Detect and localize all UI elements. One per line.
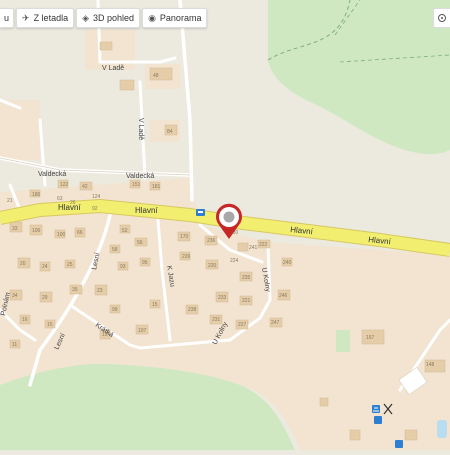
svg-text:11: 11 [12, 342, 17, 348]
info-icon [395, 440, 403, 448]
svg-text:20: 20 [20, 261, 26, 267]
svg-text:52: 52 [122, 228, 128, 234]
cube-icon: ◈ [82, 12, 90, 23]
svg-text:151: 151 [132, 182, 141, 188]
svg-text:240: 240 [283, 260, 292, 266]
svg-text:221: 221 [242, 298, 251, 304]
svg-text:34: 34 [12, 293, 18, 299]
3d-view-label: 3D pohled [93, 13, 135, 23]
street-label-valdecka-1: Valdecká [38, 171, 66, 178]
svg-text:26: 26 [70, 200, 76, 206]
field [336, 330, 350, 352]
svg-text:246: 246 [279, 293, 288, 299]
lodging-icon [372, 405, 380, 413]
svg-text:236: 236 [207, 238, 216, 244]
svg-text:235: 235 [242, 275, 251, 281]
svg-text:66: 66 [77, 230, 83, 236]
svg-text:35: 35 [72, 287, 78, 293]
street-label-hlavni-2: Hlavní [135, 206, 158, 215]
pond [437, 420, 447, 438]
svg-text:29: 29 [42, 295, 48, 301]
svg-text:106: 106 [32, 228, 41, 234]
svg-text:25: 25 [67, 262, 73, 268]
street-label-v-lade: V Ladě [102, 65, 124, 72]
svg-text:16: 16 [22, 317, 28, 323]
svg-text:238: 238 [188, 307, 197, 313]
svg-text:186: 186 [32, 192, 41, 198]
aerial-view-label: Z letadla [33, 13, 69, 23]
panorama-label: Panorama [159, 13, 202, 23]
svg-text:233: 233 [218, 295, 227, 301]
map-layer-control-button[interactable] [433, 8, 450, 28]
svg-text:24: 24 [42, 264, 48, 270]
svg-text:222: 222 [259, 242, 268, 248]
svg-text:100: 100 [57, 232, 66, 238]
svg-text:224: 224 [230, 258, 239, 264]
target-icon [438, 14, 446, 22]
svg-text:33: 33 [12, 226, 18, 232]
svg-text:63: 63 [57, 196, 63, 202]
bus-stop-icon [196, 209, 205, 216]
svg-text:170: 170 [180, 234, 189, 240]
aerial-view-button[interactable]: ✈ Z letadla [16, 8, 75, 28]
svg-text:241: 241 [249, 245, 258, 251]
panorama-button[interactable]: ◉ Panorama [142, 8, 208, 28]
svg-text:148: 148 [426, 362, 435, 368]
svg-text:227: 227 [238, 322, 247, 328]
street-label-valdecka-2: Valdecká [126, 173, 154, 180]
svg-text:247: 247 [271, 320, 280, 326]
eye-icon: ◉ [148, 12, 156, 23]
svg-text:42: 42 [82, 184, 88, 190]
svg-text:124: 124 [92, 194, 101, 200]
svg-text:58: 58 [112, 247, 118, 253]
svg-text:95: 95 [142, 260, 148, 266]
map-canvas[interactable]: Hlavní Hlavní Hlavní Hlavní Valdecká Val… [0, 0, 450, 450]
svg-text:21: 21 [7, 198, 13, 204]
svg-text:93: 93 [120, 264, 126, 270]
svg-text:167: 167 [366, 335, 375, 341]
svg-text:23: 23 [97, 288, 103, 294]
map-mode-button-partial[interactable]: u [0, 8, 15, 28]
map-mode-toolbar: u ✈ Z letadla ◈ 3D pohled ◉ Panorama [0, 8, 208, 28]
street-label-v-ladu: V Ladě [137, 118, 144, 140]
map-mode-partial-label: u [4, 13, 10, 23]
svg-text:181: 181 [152, 184, 161, 190]
svg-text:226: 226 [182, 254, 191, 260]
airplane-icon: ✈ [22, 12, 30, 23]
svg-text:92: 92 [92, 206, 98, 212]
svg-text:220: 220 [208, 263, 217, 269]
svg-text:107: 107 [138, 328, 147, 334]
svg-text:99: 99 [112, 307, 118, 313]
parking-icon [374, 416, 382, 424]
svg-text:122: 122 [60, 182, 69, 188]
svg-text:56: 56 [137, 240, 143, 246]
svg-text:19: 19 [102, 332, 108, 338]
map-view[interactable]: Hlavní Hlavní Hlavní Hlavní Valdecká Val… [0, 0, 450, 450]
svg-text:15: 15 [47, 322, 53, 328]
svg-text:231: 231 [212, 317, 221, 323]
svg-text:15: 15 [152, 302, 158, 308]
svg-text:48: 48 [153, 73, 159, 79]
3d-view-button[interactable]: ◈ 3D pohled [76, 8, 141, 28]
svg-text:84: 84 [167, 129, 173, 135]
